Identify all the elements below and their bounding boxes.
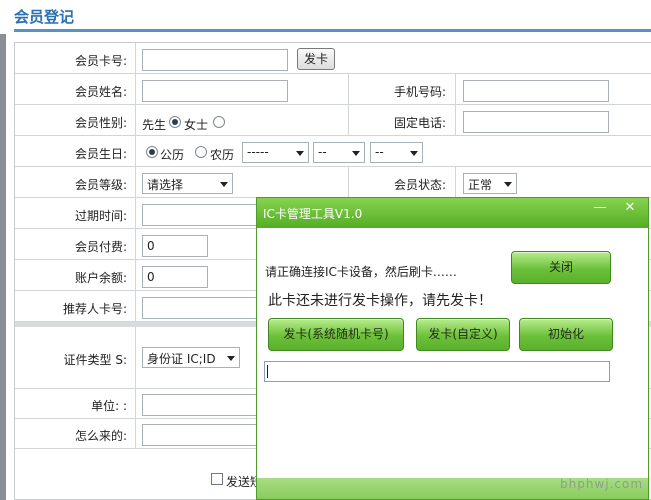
card-no-input[interactable] — [142, 49, 288, 71]
dialog-titlebar[interactable]: IC卡管理工具V1.0 — ✕ — [257, 198, 648, 228]
id-type-label: 证件类型 S: — [63, 353, 127, 367]
dialog-body: 请正确连接IC卡设备，然后刷卡…… 关闭 此卡还未进行发卡操作，请先发卡！ 发卡… — [257, 228, 648, 478]
payment-label: 会员付费: — [74, 240, 127, 254]
expire-label: 过期时间: — [74, 209, 127, 223]
balance-input[interactable]: 0 — [142, 266, 208, 288]
column-divider — [135, 327, 136, 388]
dialog-close-button[interactable]: 关闭 — [511, 251, 611, 284]
calendar-lunar-label: 农历 — [210, 148, 235, 162]
birth-year-value: ----- — [247, 145, 269, 159]
calendar-lunar-radio[interactable] — [195, 146, 207, 158]
column-divider — [135, 229, 136, 259]
issue-card-button[interactable]: 发卡 — [297, 48, 335, 70]
column-divider — [135, 260, 136, 290]
row-card-no: 会员卡号: 发卡 — [15, 43, 651, 74]
status-label: 会员状态: — [393, 178, 446, 192]
watermark-text: bhphwj.com — [560, 477, 644, 491]
card-no-label: 会员卡号: — [74, 54, 127, 68]
phone-label: 固定电话: — [393, 116, 446, 130]
birthday-label: 会员生日: — [74, 147, 127, 161]
card-number-input[interactable] — [264, 361, 610, 382]
row-birthday: 会员生日: 公历 农历 ----- -- -- — [15, 136, 651, 167]
calendar-solar-label: 公历 — [160, 148, 185, 162]
birth-month-select[interactable]: -- — [313, 142, 365, 163]
send-sms-checkbox[interactable] — [211, 473, 223, 485]
ic-card-dialog: IC卡管理工具V1.0 — ✕ 请正确连接IC卡设备，然后刷卡…… 关闭 此卡还… — [256, 197, 649, 500]
left-edge-bar — [0, 34, 6, 500]
page: 会员登记 会员卡号: 发卡 会员姓名: 手机号码: 会员性别: 先生 女士 固定… — [0, 0, 651, 500]
row-level: 会员等级: 请选择 会员状态: 正常 — [15, 167, 651, 198]
mobile-input[interactable] — [463, 80, 609, 102]
issue-custom-card-button[interactable]: 发卡(自定义) — [416, 318, 510, 351]
referrer-label: 推荐人卡号: — [62, 302, 127, 316]
chevron-down-icon — [352, 151, 360, 156]
birth-day-select[interactable]: -- — [370, 142, 423, 163]
minimize-icon[interactable]: — — [588, 201, 612, 217]
status-select[interactable]: 正常 — [463, 173, 517, 194]
birth-year-select[interactable]: ----- — [242, 142, 309, 163]
gender-female-label: 女士 — [184, 118, 209, 132]
row-name: 会员姓名: 手机号码: — [15, 74, 651, 105]
row-gender: 会员性别: 先生 女士 固定电话: — [15, 105, 651, 136]
text-cursor — [267, 365, 268, 378]
column-divider — [135, 167, 136, 197]
birth-day-value: -- — [375, 145, 384, 159]
column-divider — [455, 105, 456, 135]
column-divider — [135, 419, 136, 448]
header-divider — [14, 29, 651, 32]
dialog-prompt: 请正确连接IC卡设备，然后刷卡…… — [265, 265, 457, 279]
calendar-solar-radio[interactable] — [146, 146, 158, 158]
issue-random-card-button[interactable]: 发卡(系统随机卡号) — [268, 318, 404, 351]
column-divider — [455, 167, 456, 197]
level-select[interactable]: 请选择 — [142, 173, 233, 194]
chevron-down-icon — [410, 151, 418, 156]
chevron-down-icon — [296, 151, 304, 156]
page-title: 会员登记 — [14, 8, 75, 26]
gender-label: 会员性别: — [74, 116, 127, 130]
dialog-message: 此卡还未进行发卡操作，请先发卡！ — [268, 293, 492, 309]
column-divider — [135, 389, 136, 418]
chevron-down-icon — [504, 182, 512, 187]
unit-label: 单位: : — [91, 399, 127, 413]
gender-female-radio[interactable] — [213, 116, 225, 128]
source-label: 怎么来的: — [74, 429, 127, 443]
column-divider — [135, 291, 136, 321]
phone-input[interactable] — [463, 111, 609, 133]
level-value: 请选择 — [147, 178, 184, 192]
column-divider — [455, 74, 456, 104]
chevron-down-icon — [220, 182, 228, 187]
close-icon[interactable]: ✕ — [618, 200, 642, 217]
column-divider — [135, 74, 136, 104]
balance-label: 账户余额: — [74, 271, 127, 285]
gender-male-radio[interactable] — [169, 116, 181, 128]
mobile-label: 手机号码: — [393, 85, 446, 99]
birth-month-value: -- — [318, 145, 327, 159]
column-divider — [135, 136, 136, 166]
payment-input[interactable]: 0 — [142, 235, 208, 257]
initialize-button[interactable]: 初始化 — [519, 318, 613, 351]
name-label: 会员姓名: — [74, 85, 127, 99]
chevron-down-icon — [227, 356, 235, 361]
column-divider — [135, 105, 136, 135]
status-value: 正常 — [468, 178, 493, 192]
dialog-title: IC卡管理工具V1.0 — [263, 207, 363, 221]
header: 会员登记 — [0, 0, 651, 34]
name-input[interactable] — [142, 80, 288, 102]
level-label: 会员等级: — [74, 178, 127, 192]
id-type-select[interactable]: 身份证 IC;ID — [142, 347, 240, 368]
column-divider — [135, 43, 136, 73]
column-divider — [135, 198, 136, 228]
id-type-value: 身份证 IC;ID — [147, 352, 216, 366]
gender-male-label: 先生 — [142, 118, 167, 132]
